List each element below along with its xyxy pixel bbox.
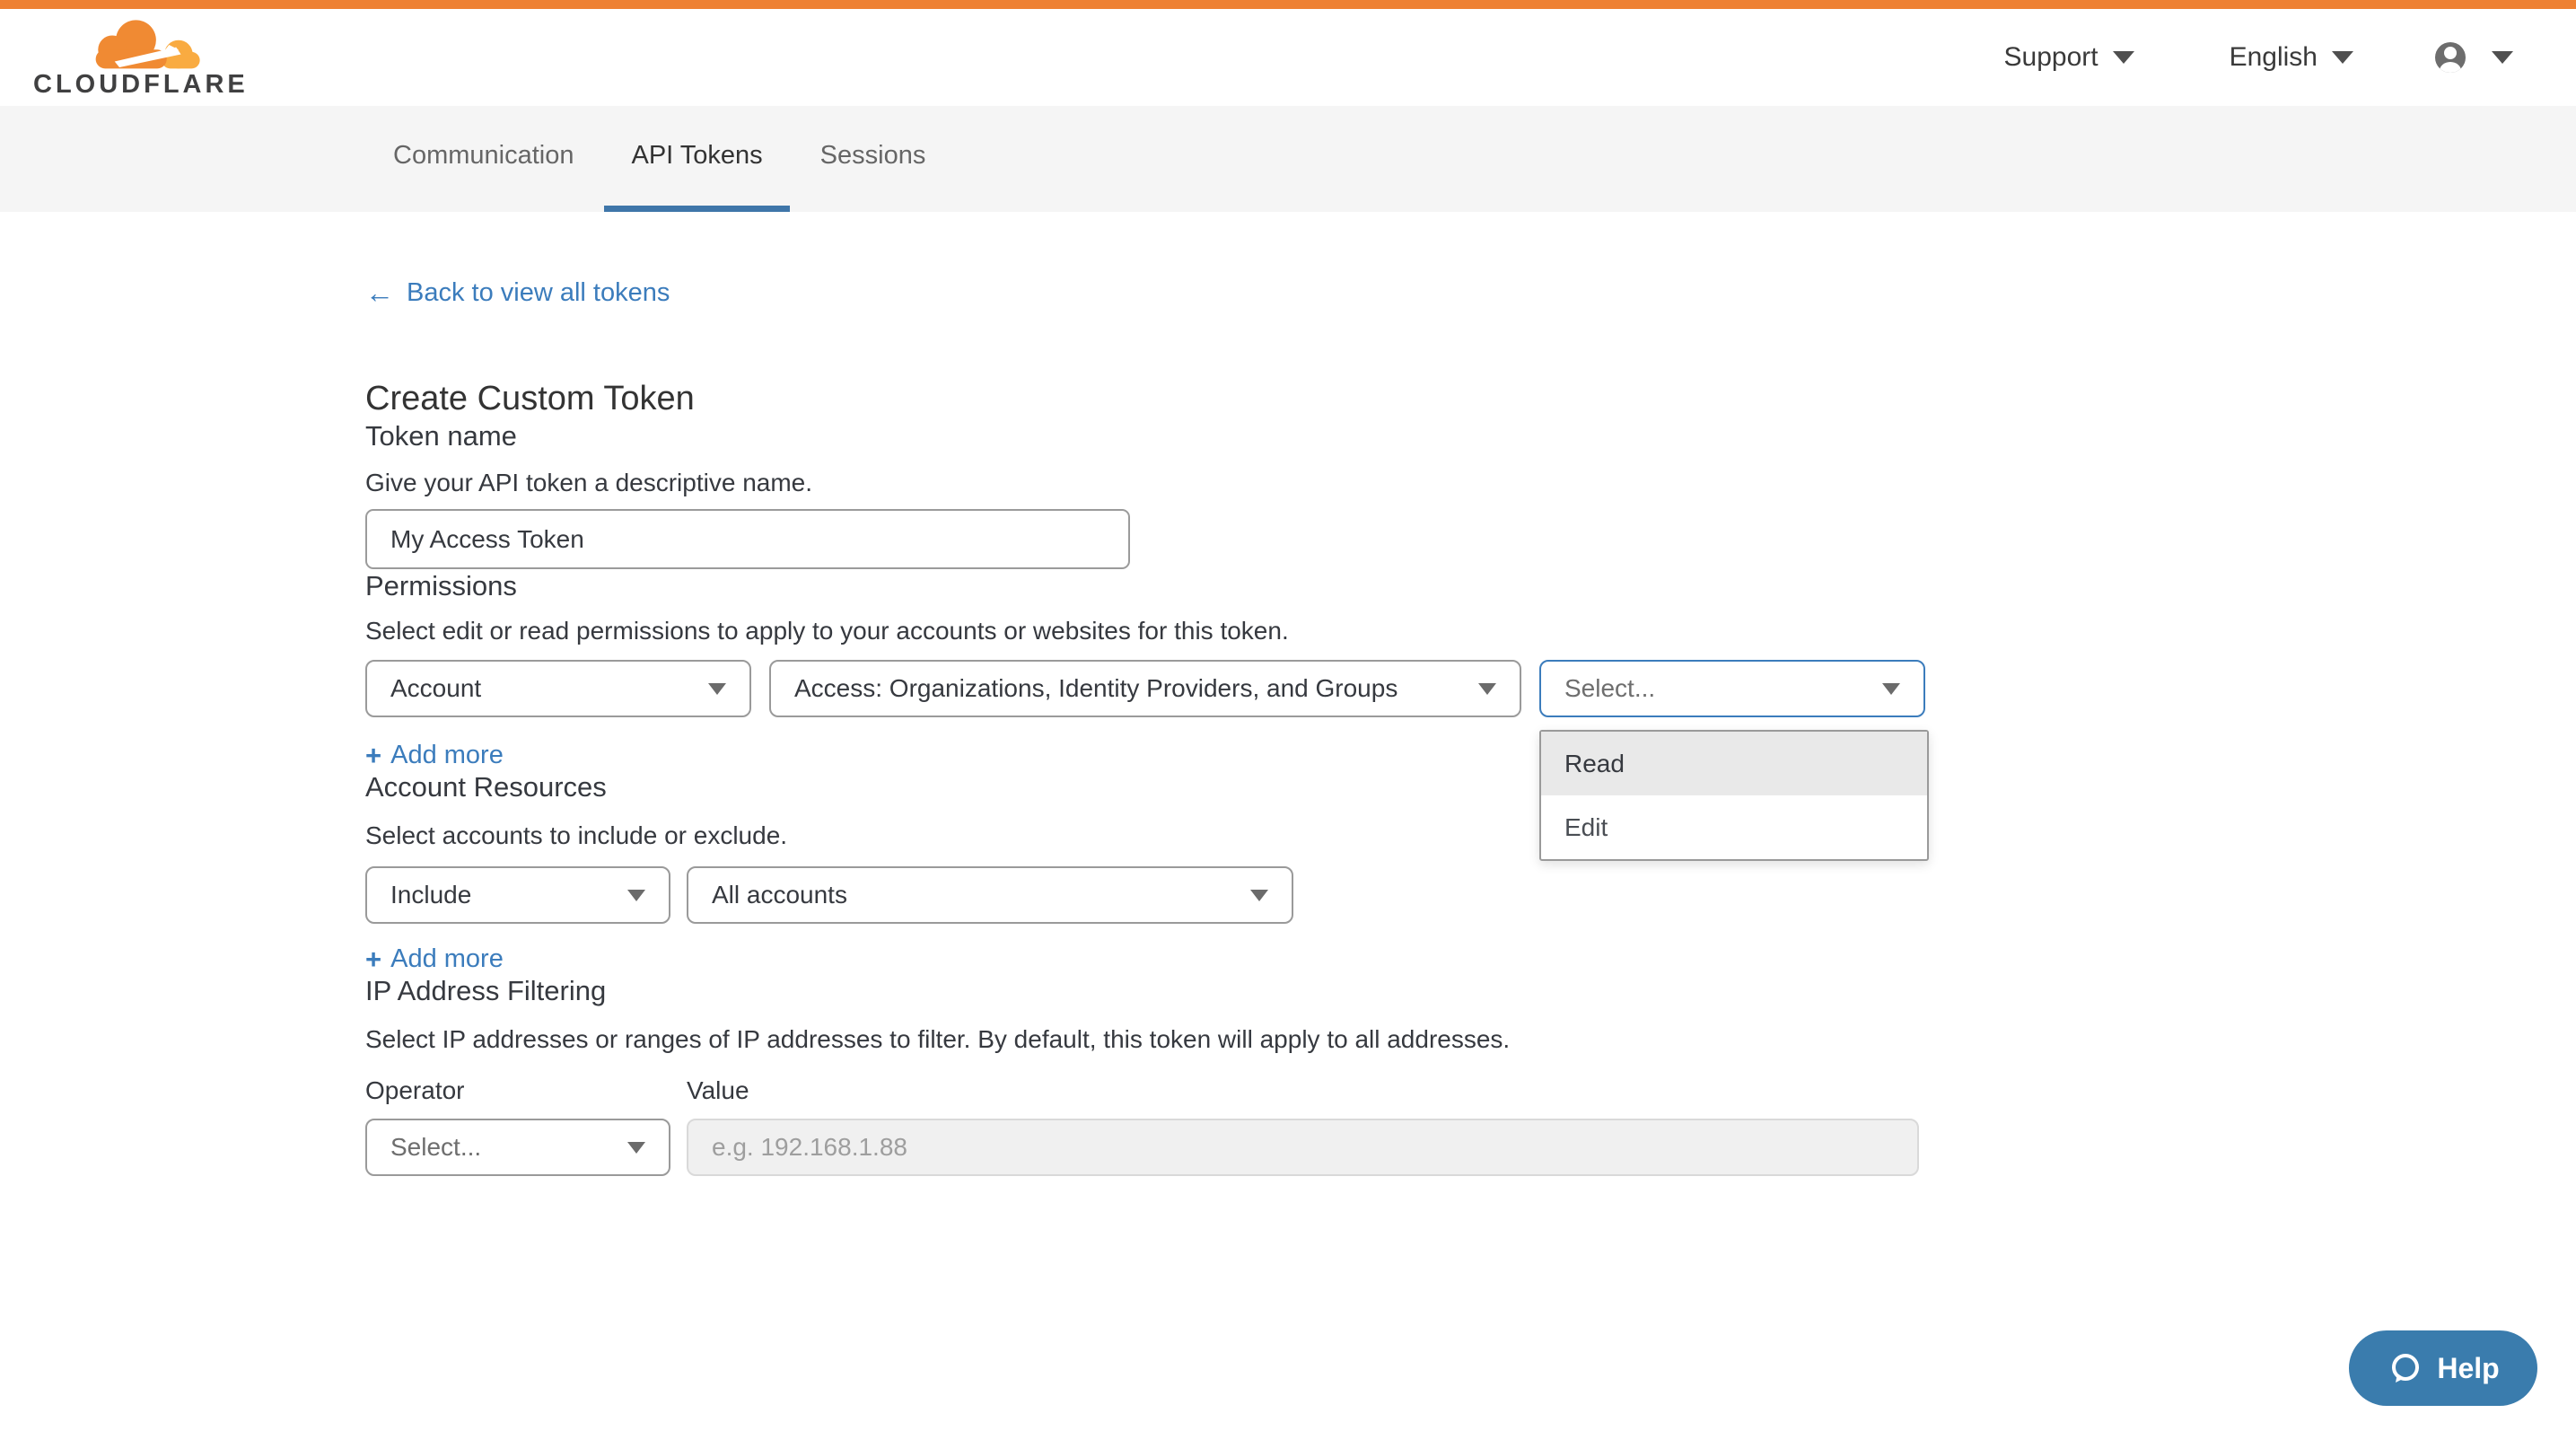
permission-resource-value: Access: Organizations, Identity Provider… — [794, 674, 1398, 703]
chat-bubble-icon — [2387, 1350, 2423, 1386]
add-more-label: Add more — [390, 741, 504, 770]
account-resources-heading: Account Resources — [365, 770, 2576, 804]
top-accent-bar — [0, 0, 2576, 9]
resource-mode-select[interactable]: Include — [365, 866, 670, 924]
support-label: Support — [2004, 42, 2098, 73]
cloudflare-cloud-icon — [85, 19, 206, 71]
chevron-down-icon — [627, 1142, 645, 1154]
cloudflare-logo[interactable]: CLOUDFLARE — [33, 19, 222, 101]
tab-api-tokens[interactable]: API Tokens — [604, 106, 789, 212]
ip-filtering-row: Select... — [365, 1119, 2576, 1176]
token-name-input[interactable] — [365, 509, 1130, 569]
chevron-down-icon — [2113, 51, 2134, 64]
permission-level-select[interactable]: Select... Read Edit — [1539, 660, 1925, 717]
help-label: Help — [2437, 1352, 2499, 1385]
language-menu[interactable]: English — [2230, 42, 2353, 73]
resources-add-more-link[interactable]: + Add more — [365, 944, 504, 974]
back-arrow-icon: ← — [365, 280, 394, 306]
chevron-down-icon — [627, 890, 645, 901]
header: CLOUDFLARE Support English — [0, 9, 2576, 106]
chevron-down-icon — [2492, 51, 2513, 64]
permissions-add-more-link[interactable]: + Add more — [365, 741, 504, 770]
ip-filtering-description: Select IP addresses or ranges of IP addr… — [365, 1024, 2576, 1055]
permission-scope-value: Account — [390, 674, 481, 703]
chevron-down-icon — [708, 683, 726, 695]
back-to-tokens-link[interactable]: ← Back to view all tokens — [365, 278, 670, 308]
permissions-description: Select edit or read permissions to apply… — [365, 616, 2576, 646]
resource-accounts-select[interactable]: All accounts — [687, 866, 1293, 924]
chevron-down-icon — [1882, 683, 1900, 695]
page-title: Create Custom Token — [365, 378, 2576, 419]
value-label: Value — [687, 1076, 749, 1105]
language-label: English — [2230, 42, 2318, 73]
ip-operator-select[interactable]: Select... — [365, 1119, 670, 1176]
page: CLOUDFLARE Support English — [0, 0, 2576, 1431]
plus-icon: + — [365, 742, 381, 768]
tab-communication[interactable]: Communication — [366, 106, 600, 212]
main-content: ← Back to view all tokens Create Custom … — [0, 278, 2576, 1176]
tab-bar: Communication API Tokens Sessions — [0, 106, 2576, 212]
resource-mode-value: Include — [390, 881, 471, 909]
dropdown-option-read[interactable]: Read — [1541, 732, 1927, 795]
header-nav: Support English — [2004, 38, 2513, 77]
permissions-row: Account Access: Organizations, Identity … — [365, 660, 2576, 717]
chevron-down-icon — [1250, 890, 1268, 901]
tab-sessions[interactable]: Sessions — [793, 106, 953, 212]
permissions-heading: Permissions — [365, 569, 2576, 603]
ip-filtering-labels: Operator Value — [365, 1076, 2576, 1105]
account-resources-description: Select accounts to include or exclude. — [365, 821, 2576, 851]
permission-level-value: Select... — [1564, 674, 1655, 703]
help-button[interactable]: Help — [2349, 1330, 2537, 1406]
ip-filtering-heading: IP Address Filtering — [365, 974, 2576, 1008]
user-avatar-icon — [2431, 38, 2470, 77]
dropdown-option-edit[interactable]: Edit — [1541, 795, 1927, 859]
token-name-description: Give your API token a descriptive name. — [365, 468, 2576, 498]
account-resources-row: Include All accounts — [365, 866, 2576, 924]
cloudflare-wordmark: CLOUDFLARE — [33, 70, 249, 100]
add-more-label: Add more — [390, 944, 504, 974]
chevron-down-icon — [2332, 51, 2353, 64]
ip-operator-value: Select... — [390, 1133, 481, 1162]
permission-resource-select[interactable]: Access: Organizations, Identity Provider… — [769, 660, 1521, 717]
plus-icon: + — [365, 946, 381, 972]
permission-scope-select[interactable]: Account — [365, 660, 751, 717]
account-menu[interactable] — [2431, 38, 2513, 77]
chevron-down-icon — [1478, 683, 1496, 695]
permission-level-dropdown: Read Edit — [1539, 730, 1929, 861]
operator-label: Operator — [365, 1076, 687, 1105]
back-link-label: Back to view all tokens — [407, 278, 670, 308]
token-name-heading: Token name — [365, 419, 2576, 453]
ip-value-input[interactable] — [687, 1119, 1919, 1176]
support-menu[interactable]: Support — [2004, 42, 2134, 73]
resource-accounts-value: All accounts — [712, 881, 847, 909]
